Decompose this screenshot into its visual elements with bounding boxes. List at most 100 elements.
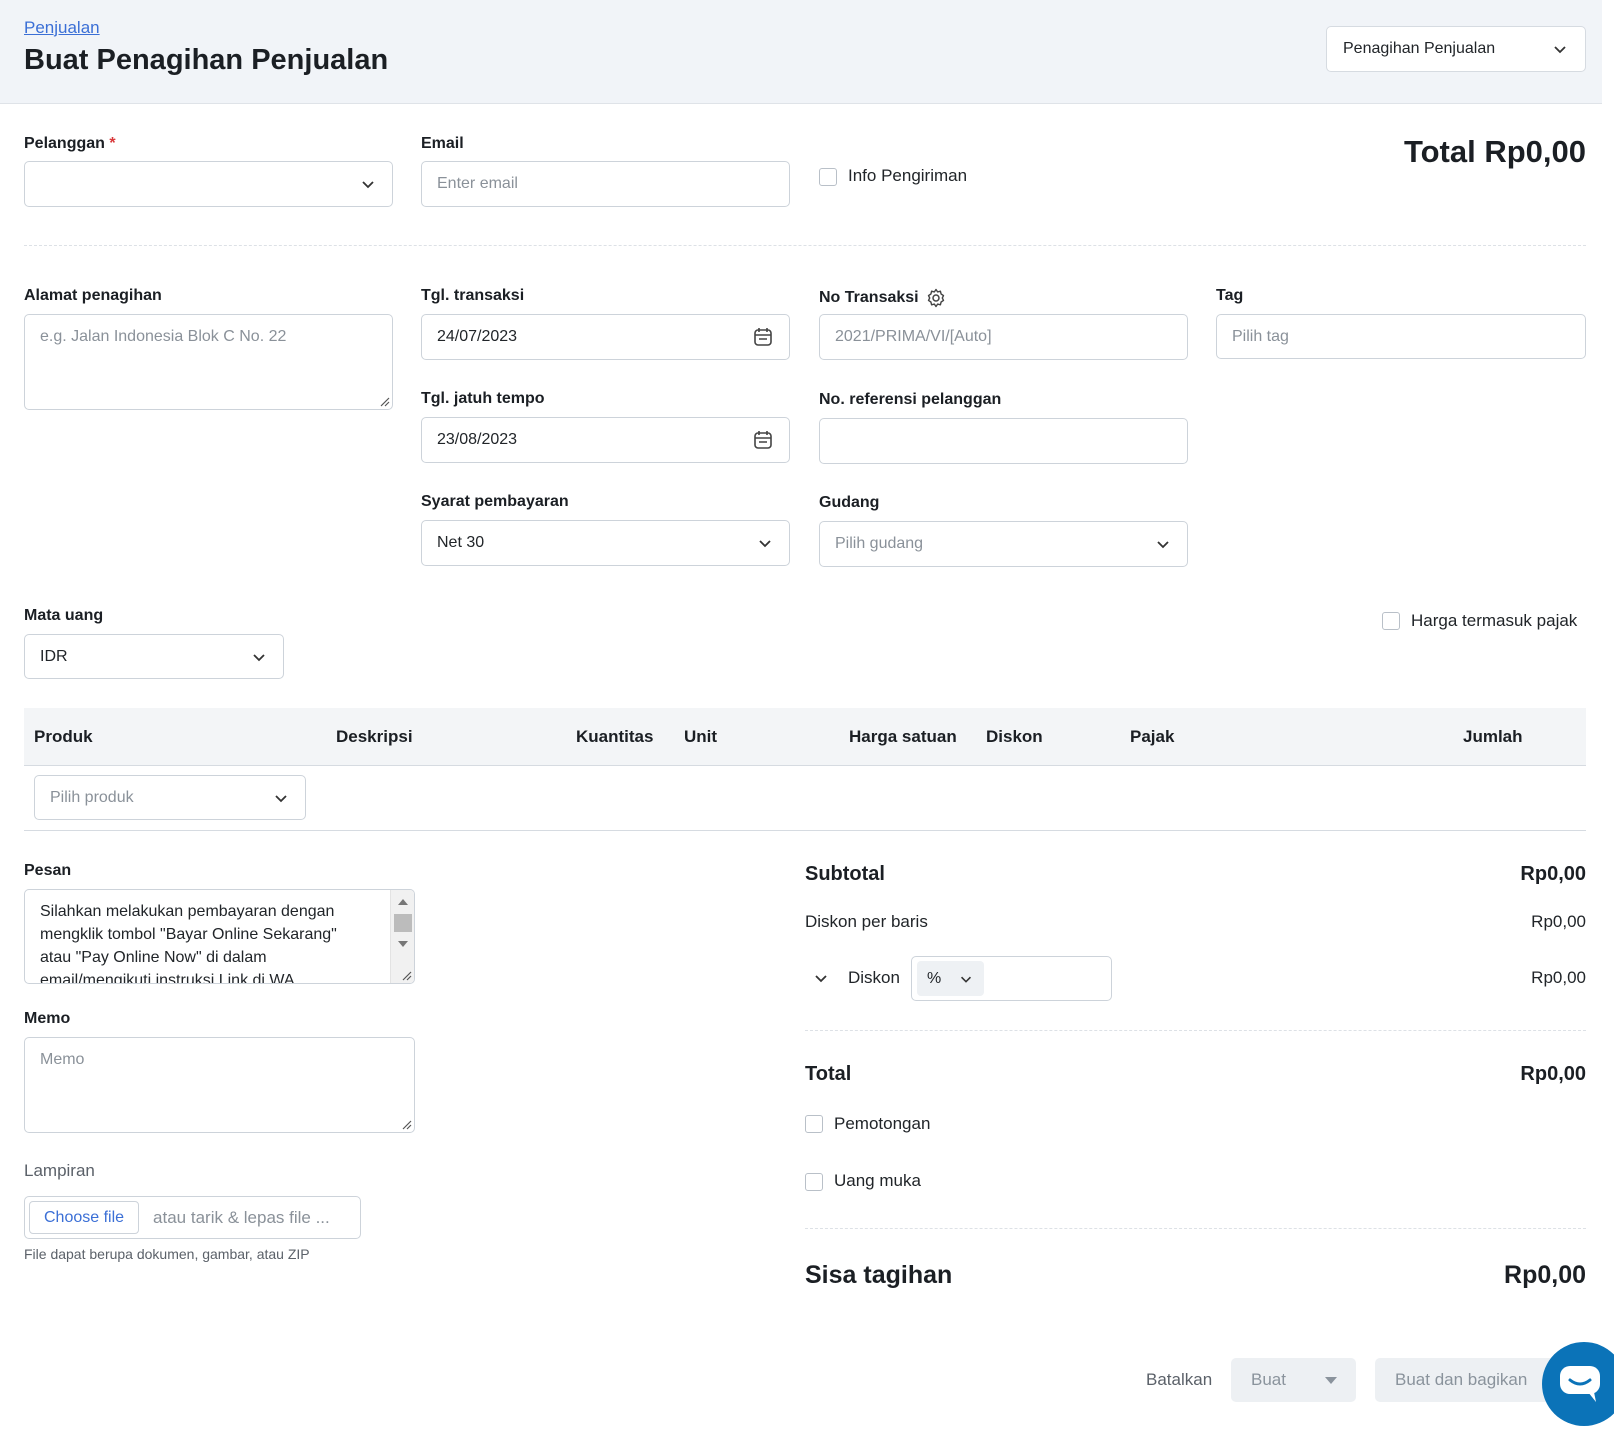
chevron-down-icon [1157,541,1169,549]
customer-ref-label: No. referensi pelanggan [819,391,1002,408]
chevron-down-icon [253,653,265,661]
due-date-value: 23/08/2023 [437,431,518,448]
down-payment-checkbox[interactable] [805,1173,823,1191]
payment-terms-label: Syarat pembayaran [421,493,569,510]
resize-handle-icon[interactable] [400,1118,412,1130]
message-text: Silahkan melakukan pembayaran dengan men… [40,903,337,984]
currency-value: IDR [40,647,68,665]
due-date-field[interactable]: 23/08/2023 [421,417,790,463]
memo-label: Memo [24,1010,71,1027]
chevron-down-icon [759,540,771,548]
col-unit: Unit [684,727,718,746]
transaction-no-field[interactable]: 2021/PRIMA/VI/[Auto] [819,314,1188,360]
breadcrumb-penjualan[interactable]: Penjualan [24,18,100,38]
chat-icon [1560,1366,1600,1402]
scroll-down-icon[interactable] [391,937,415,951]
tag-placeholder: Pilih tag [1232,327,1289,345]
shipping-info-checkbox[interactable] [819,168,837,186]
product-select[interactable]: Pilih produk [34,775,306,820]
remaining-label: Sisa tagihan [805,1261,953,1289]
price-incl-tax-label: Harga termasuk pajak [1411,611,1578,630]
payment-terms-value: Net 30 [437,534,485,551]
product-table-header: Produk Deskripsi Kuantitas Unit Harga sa… [24,708,1586,766]
discount-unit-value: % [927,969,942,987]
col-diskon: Diskon [986,727,1043,746]
resize-handle-icon[interactable] [378,395,390,407]
transaction-date-value: 24/07/2023 [437,328,518,345]
section-divider [24,245,1586,246]
required-mark: * [109,135,116,152]
chevron-down-icon [362,181,374,189]
choose-file-button[interactable]: Choose file [29,1201,140,1234]
customer-label-text: Pelanggan [24,135,105,152]
warehouse-placeholder: Pilih gudang [835,535,924,552]
tag-select[interactable]: Pilih tag [1216,314,1586,359]
summary-divider [805,1030,1586,1031]
email-placeholder: Enter email [437,175,518,192]
currency-select[interactable]: IDR [24,634,284,679]
line-discount-value: Rp0,00 [1531,912,1586,931]
memo-field[interactable]: Memo [24,1037,415,1133]
down-payment-label: Uang muka [834,1171,921,1190]
chevron-down-icon [275,794,287,802]
transaction-type-value: Penagihan Penjualan [1343,40,1496,57]
transaction-date-field[interactable]: 24/07/2023 [421,314,790,360]
discount-unit-select[interactable]: % [917,961,984,996]
chat-button[interactable] [1542,1342,1614,1426]
discount-label: Diskon [848,968,900,987]
calendar-icon[interactable] [752,326,774,348]
total-heading: Total Rp0,00 [1403,134,1586,169]
create-button-label: Buat [1251,1370,1286,1389]
calendar-icon[interactable] [752,429,774,451]
product-placeholder: Pilih produk [50,788,134,806]
scroll-thumb[interactable] [394,914,412,932]
memo-placeholder: Memo [40,1051,85,1068]
gear-icon[interactable] [925,287,947,309]
due-date-label: Tgl. jatuh tempo [421,390,545,407]
transaction-no-label: No Transaksi [819,287,947,309]
cancel-button[interactable]: Batalkan [1146,1370,1212,1390]
email-label: Email [421,135,464,152]
tag-label: Tag [1216,287,1244,304]
total-value: Rp0,00 [1520,1063,1586,1085]
billing-address-field[interactable]: e.g. Jalan Indonesia Blok C No. 22 [24,314,393,410]
create-button[interactable]: Buat [1231,1358,1356,1402]
currency-label: Mata uang [24,607,104,624]
caret-down-icon[interactable] [1324,1376,1338,1386]
table-bottom-divider [24,830,1586,831]
page-header: Penjualan Buat Penagihan Penjualan Penag… [0,0,1602,104]
col-jumlah: Jumlah [1463,727,1523,746]
customer-ref-field[interactable] [819,418,1188,464]
email-field[interactable]: Enter email [421,161,790,207]
col-produk: Produk [34,727,93,746]
scroll-up-icon[interactable] [391,895,415,909]
payment-terms-select[interactable]: Net 30 [421,520,790,566]
transaction-type-select[interactable]: Penagihan Penjualan [1326,26,1586,72]
page-title: Buat Penagihan Penjualan [24,44,389,76]
summary-divider [805,1228,1586,1229]
attachment-dropzone[interactable]: Choose file atau tarik & lepas file ... [24,1196,361,1239]
warehouse-select[interactable]: Pilih gudang [819,521,1188,567]
transaction-date-label: Tgl. transaksi [421,287,525,304]
message-field[interactable]: Silahkan melakukan pembayaran dengan men… [24,889,415,984]
discount-input[interactable]: % [911,956,1112,1001]
customer-select[interactable] [24,161,393,207]
deduction-checkbox[interactable] [805,1115,823,1133]
subtotal-label: Subtotal [805,863,885,885]
drop-hint: atau tarik & lepas file ... [153,1207,330,1227]
message-label: Pesan [24,862,72,879]
price-incl-tax-checkbox[interactable] [1382,612,1400,630]
col-deskripsi: Deskripsi [336,727,413,746]
col-harga-satuan: Harga satuan [849,727,957,746]
chevron-down-icon[interactable] [812,969,830,987]
line-discount-label: Diskon per baris [805,912,928,931]
discount-value: Rp0,00 [1531,968,1586,987]
attachment-help: File dapat berupa dokumen, gambar, atau … [24,1246,310,1262]
billing-address-placeholder: e.g. Jalan Indonesia Blok C No. 22 [40,328,287,345]
total-label: Total [805,1063,852,1085]
remaining-value: Rp0,00 [1504,1261,1586,1289]
resize-handle-icon[interactable] [400,969,412,981]
customer-label: Pelanggan * [24,135,116,153]
deduction-label: Pemotongan [834,1114,931,1133]
col-pajak: Pajak [1130,727,1175,746]
